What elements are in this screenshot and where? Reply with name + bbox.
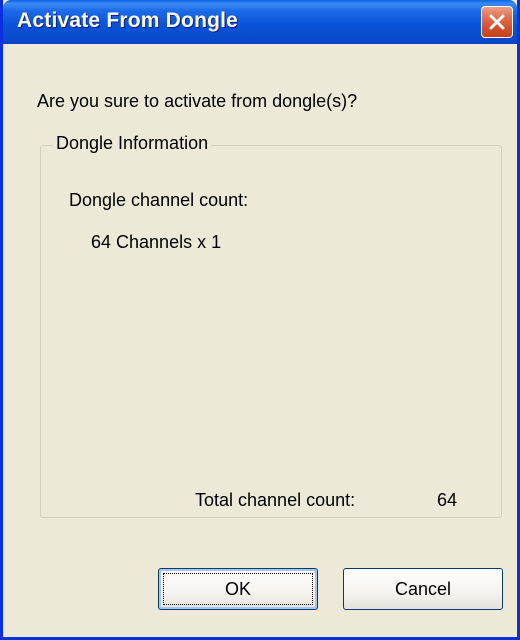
channel-entry: 64 Channels x 1 xyxy=(91,232,222,252)
cancel-button-label: Cancel xyxy=(394,578,452,599)
dialog-window: Activate From Dongle Are you sure to act… xyxy=(0,0,520,640)
channel-count-label: Dongle channel count: xyxy=(69,190,249,210)
title-bar[interactable]: Activate From Dongle xyxy=(3,0,517,44)
close-button[interactable] xyxy=(481,6,513,38)
ok-button[interactable]: OK xyxy=(158,568,318,610)
window-title: Activate From Dongle xyxy=(17,9,239,32)
close-icon xyxy=(488,13,506,31)
confirmation-prompt: Are you sure to activate from dongle(s)? xyxy=(37,91,358,111)
focus-ring xyxy=(163,573,313,605)
total-channel-label: Total channel count: xyxy=(195,490,356,510)
total-channel-value: 64 xyxy=(437,490,458,510)
cancel-button[interactable]: Cancel xyxy=(343,568,503,610)
group-title: Dongle Information xyxy=(53,133,212,154)
